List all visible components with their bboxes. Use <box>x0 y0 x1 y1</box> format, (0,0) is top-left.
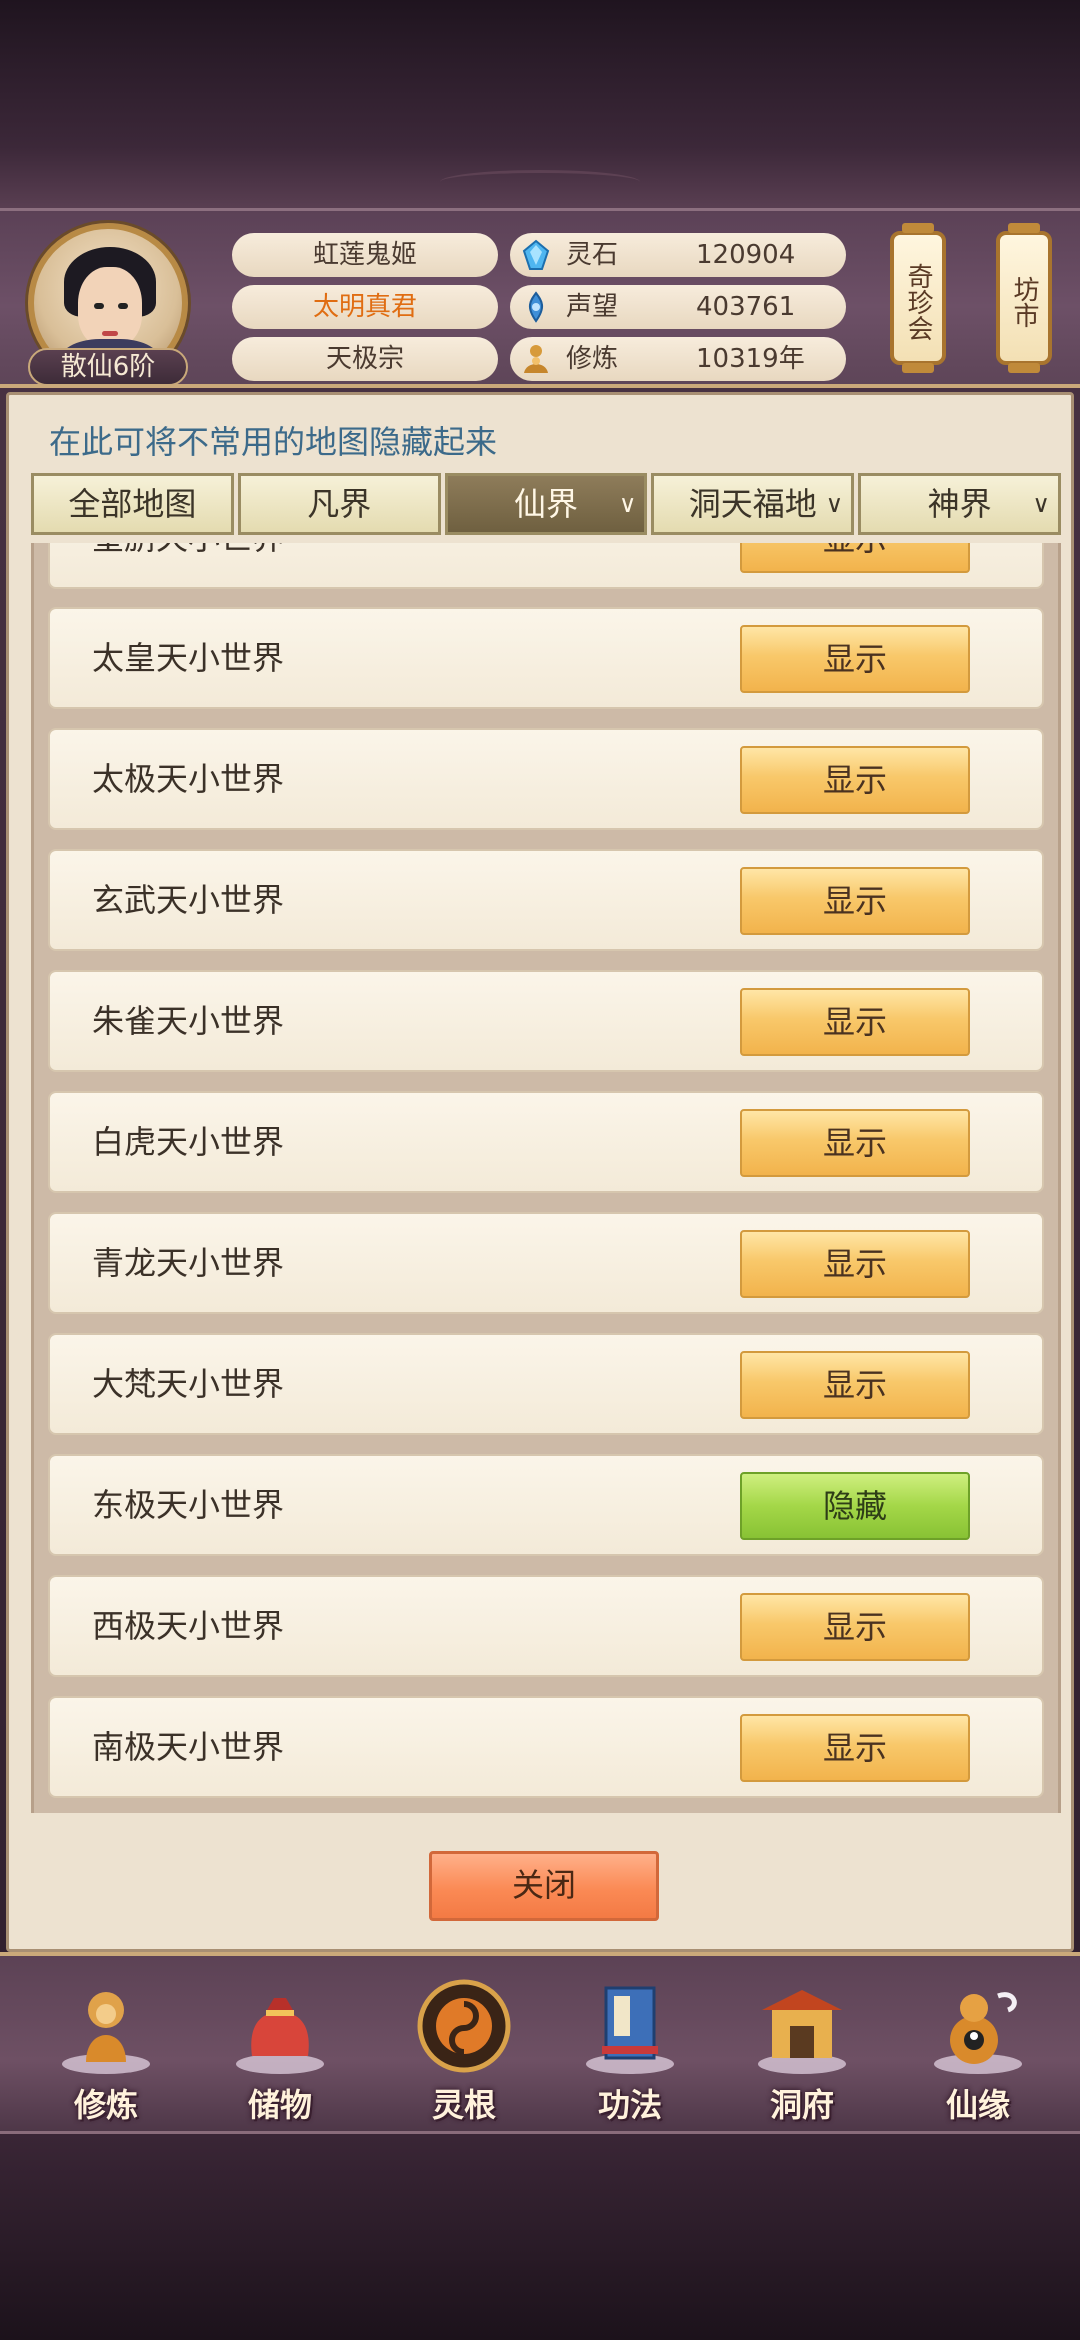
player-sect: 天极宗 <box>232 337 498 381</box>
stat-label: 灵石 <box>566 240 619 270</box>
nav-label: 洞府 <box>769 2086 834 2124</box>
nav-item-technique[interactable]: 功法 <box>560 1976 700 2126</box>
map-name: 青龙天小世界 <box>92 1244 285 1282</box>
map-name: 东极天小世界 <box>92 1486 285 1524</box>
close-button[interactable]: 关闭 <box>429 1851 659 1921</box>
nav-item-cultivation[interactable]: 修炼 <box>36 1976 176 2126</box>
player-header: 散仙6阶 虹莲鬼姬 太明真君 天极宗 灵石 120904 声望 403761 修… <box>0 208 1080 388</box>
list-item: 玄武天小世界 显示 <box>48 849 1044 951</box>
immortal-gourd-icon <box>934 1992 1022 2074</box>
show-button[interactable]: 显示 <box>740 1109 970 1177</box>
map-name: 白虎天小世界 <box>92 1123 285 1161</box>
chevron-down-icon: ∨ <box>825 490 844 518</box>
cultivation-icon <box>524 345 548 373</box>
top-backdrop <box>0 0 1080 210</box>
map-visibility-panel: 在此可将不常用的地图隐藏起来 全部地图 凡界 仙界 ∨ 洞天福地 ∨ 神界 ∨ 皇旃天… <box>6 392 1074 1952</box>
cave-mansion-icon <box>758 1990 846 2074</box>
map-name: 南极天小世界 <box>92 1728 285 1766</box>
list-item: 太极天小世界 显示 <box>48 728 1044 830</box>
avatar-mouth <box>102 331 118 336</box>
tab-divine-realm[interactable]: 神界 ∨ <box>858 473 1061 535</box>
tab-label: 凡界 <box>307 485 372 523</box>
tab-mortal-realm[interactable]: 凡界 <box>237 473 441 535</box>
hide-button[interactable]: 隐藏 <box>740 1472 970 1540</box>
nav-label: 灵根 <box>431 2086 496 2124</box>
avatar-eye <box>94 303 104 309</box>
stat-prestige: 声望 403761 <box>510 285 846 329</box>
map-list[interactable]: 皇旃天小世界 显示 太皇天小世界 显示 太极天小世界 显示 玄武天小世界 显示 … <box>31 543 1061 1813</box>
rank-badge: 散仙6阶 <box>28 348 188 386</box>
show-button[interactable]: 显示 <box>740 867 970 935</box>
nav-label: 储物 <box>247 2086 312 2124</box>
show-button[interactable]: 显示 <box>740 1714 970 1782</box>
panel-title: 在此可将不常用的地图隐藏起来 <box>49 423 498 461</box>
list-item: 青龙天小世界 显示 <box>48 1212 1044 1314</box>
player-name: 虹莲鬼姬 <box>232 233 498 277</box>
list-item: 朱雀天小世界 显示 <box>48 970 1044 1072</box>
tab-label: 洞天福地 <box>688 485 817 523</box>
tab-immortal-realm[interactable]: 仙界 ∨ <box>444 473 648 535</box>
list-item: 皇旃天小世界 显示 <box>48 543 1044 589</box>
top-ornament <box>440 170 640 194</box>
show-button[interactable]: 显示 <box>740 543 970 573</box>
stat-spirit-stone: 灵石 120904 <box>510 233 846 277</box>
tab-label: 全部地图 <box>68 485 197 523</box>
nav-item-spirit-root[interactable]: 灵根 <box>394 1976 534 2126</box>
technique-book-icon <box>586 1986 674 2074</box>
stat-label: 声望 <box>566 292 619 322</box>
bottom-backdrop <box>0 2134 1080 2340</box>
spirit-root-icon <box>417 1979 511 2073</box>
stat-value: 10319年 <box>696 344 805 374</box>
cultivation-monk-icon <box>62 1992 150 2074</box>
map-name: 皇旃天小世界 <box>92 543 284 587</box>
map-name: 玄武天小世界 <box>92 881 285 919</box>
list-item: 白虎天小世界 显示 <box>48 1091 1044 1193</box>
treasure-auction-button[interactable]: 奇珍会 <box>890 223 946 373</box>
show-button[interactable]: 显示 <box>740 988 970 1056</box>
spirit-stone-icon <box>522 239 550 270</box>
map-name: 朱雀天小世界 <box>92 1002 285 1040</box>
show-button[interactable]: 显示 <box>740 746 970 814</box>
tab-label: 仙界 <box>513 485 578 523</box>
prestige-icon <box>529 291 543 323</box>
player-title: 太明真君 <box>232 285 498 329</box>
nav-item-storage[interactable]: 储物 <box>210 1976 350 2126</box>
tab-all-maps[interactable]: 全部地图 <box>31 473 234 535</box>
list-item: 东极天小世界 隐藏 <box>48 1454 1044 1556</box>
show-button[interactable]: 显示 <box>740 1593 970 1661</box>
nav-item-cave-mansion[interactable]: 洞府 <box>732 1976 872 2126</box>
list-item: 太皇天小世界 显示 <box>48 607 1044 709</box>
bottom-nav: 修炼 储物 灵根 功法 洞府 仙缘 <box>0 1952 1080 2134</box>
map-name: 大梵天小世界 <box>92 1365 285 1403</box>
stat-value: 403761 <box>696 292 796 322</box>
tab-label: 神界 <box>927 485 992 523</box>
map-name: 太皇天小世界 <box>92 639 285 677</box>
storage-bag-icon <box>236 1998 324 2074</box>
show-button[interactable]: 显示 <box>740 1351 970 1419</box>
tab-blessed-lands[interactable]: 洞天福地 ∨ <box>651 473 855 535</box>
show-button[interactable]: 显示 <box>740 1230 970 1298</box>
nav-label: 仙缘 <box>945 2086 1010 2124</box>
show-button[interactable]: 显示 <box>740 625 970 693</box>
list-item: 大梵天小世界 显示 <box>48 1333 1044 1435</box>
nav-label: 修炼 <box>73 2086 138 2124</box>
map-name: 太极天小世界 <box>92 760 285 798</box>
stat-value: 120904 <box>696 240 796 270</box>
chevron-down-icon: ∨ <box>618 490 637 518</box>
chevron-down-icon: ∨ <box>1032 490 1050 518</box>
map-name: 西极天小世界 <box>92 1607 285 1645</box>
list-item: 南极天小世界 显示 <box>48 1696 1044 1798</box>
stat-label: 修炼 <box>566 344 619 374</box>
stat-cultivation: 修炼 10319年 <box>510 337 846 381</box>
map-tabs: 全部地图 凡界 仙界 ∨ 洞天福地 ∨ 神界 ∨ <box>31 473 1061 537</box>
avatar-eye <box>118 303 128 309</box>
nav-label: 功法 <box>597 2086 662 2124</box>
market-button[interactable]: 坊市 <box>996 223 1052 373</box>
list-item: 西极天小世界 显示 <box>48 1575 1044 1677</box>
nav-item-immortal-fate[interactable]: 仙缘 <box>908 1976 1048 2126</box>
